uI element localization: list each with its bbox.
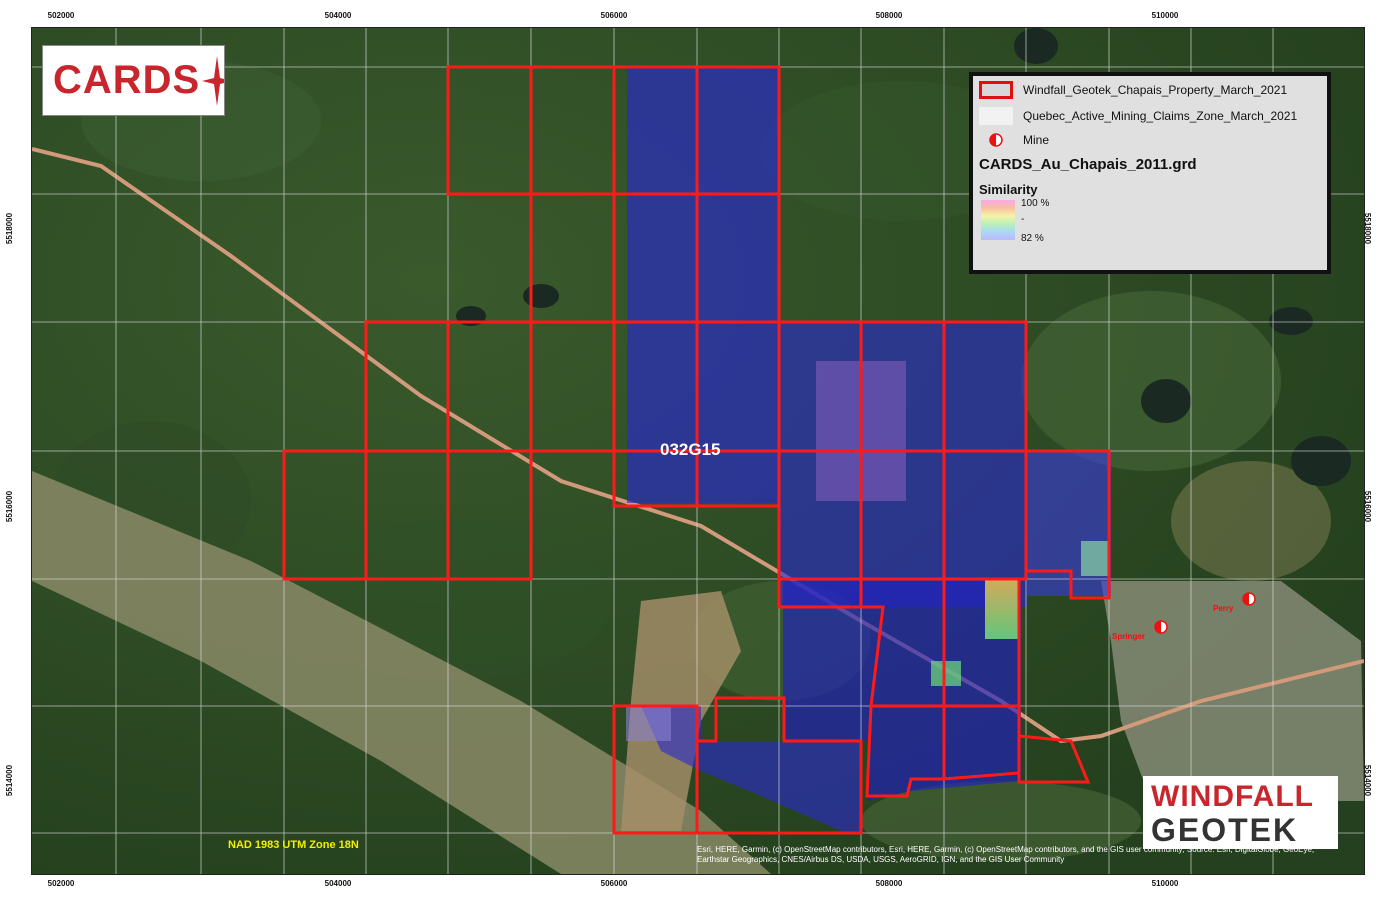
similarity-mid-label: - bbox=[1021, 214, 1025, 225]
cards-logo: CARDS bbox=[42, 45, 225, 116]
crs-label: NAD 1983 UTM Zone 18N bbox=[228, 839, 359, 851]
x-tick-label: 502000 bbox=[47, 11, 75, 20]
town-label-perry: Perry bbox=[1213, 604, 1234, 613]
x-tick-label: 502000 bbox=[47, 879, 75, 888]
legend-label: Mine bbox=[1023, 133, 1050, 147]
x-tick-label: 506000 bbox=[600, 11, 628, 20]
windfall-logo-line1: WINDFALL bbox=[1151, 780, 1314, 813]
nts-sheet-label: 032G15 bbox=[660, 440, 721, 459]
x-tick-label: 508000 bbox=[875, 11, 903, 20]
legend-grid-title: CARDS_Au_Chapais_2011.grd bbox=[979, 156, 1197, 173]
map-frame: 502000 504000 506000 508000 510000 50200… bbox=[0, 0, 1393, 898]
x-tick-label: 510000 bbox=[1151, 11, 1179, 20]
similarity-min-label: 82 % bbox=[1021, 233, 1044, 244]
y-tick-label: 5514000 bbox=[5, 764, 15, 797]
legend-label: Quebec_Active_Mining_Claims_Zone_March_2… bbox=[1023, 109, 1298, 123]
half-circle-mine-icon bbox=[989, 133, 1003, 147]
x-tick-label: 504000 bbox=[324, 11, 352, 20]
x-tick-label: 506000 bbox=[600, 879, 628, 888]
town-label-springer: Springer bbox=[1112, 632, 1145, 641]
x-tick-label: 510000 bbox=[1151, 879, 1179, 888]
mine-marker-springer[interactable] bbox=[1154, 620, 1168, 634]
white-box-icon bbox=[979, 107, 1013, 125]
x-tick-label: 508000 bbox=[875, 879, 903, 888]
compass-star-icon bbox=[202, 55, 224, 106]
windfall-logo-line2: GEOTEK bbox=[1151, 812, 1299, 848]
y-tick-label: 5518000 bbox=[5, 212, 15, 245]
similarity-color-ramp bbox=[981, 200, 1015, 240]
red-outline-box-icon bbox=[979, 81, 1013, 99]
similarity-max-label: 100 % bbox=[1021, 198, 1050, 209]
mine-marker-perry[interactable] bbox=[1242, 592, 1256, 606]
y-tick-label: 5516000 bbox=[5, 490, 15, 523]
legend-item-claims: Quebec_Active_Mining_Claims_Zone_March_2… bbox=[979, 106, 1297, 126]
windfall-geotek-logo: WINDFALL GEOTEK bbox=[1143, 776, 1338, 849]
legend-item-mine: Mine bbox=[979, 130, 1049, 150]
legend-label: Windfall_Geotek_Chapais_Property_March_2… bbox=[1023, 83, 1288, 97]
cards-logo-text: CARDS bbox=[53, 58, 201, 102]
town-area bbox=[1101, 581, 1364, 801]
map-legend: Windfall_Geotek_Chapais_Property_March_2… bbox=[969, 72, 1331, 274]
legend-similarity-title: Similarity bbox=[979, 182, 1038, 197]
x-tick-label: 504000 bbox=[324, 879, 352, 888]
legend-item-property: Windfall_Geotek_Chapais_Property_March_2… bbox=[979, 80, 1287, 100]
